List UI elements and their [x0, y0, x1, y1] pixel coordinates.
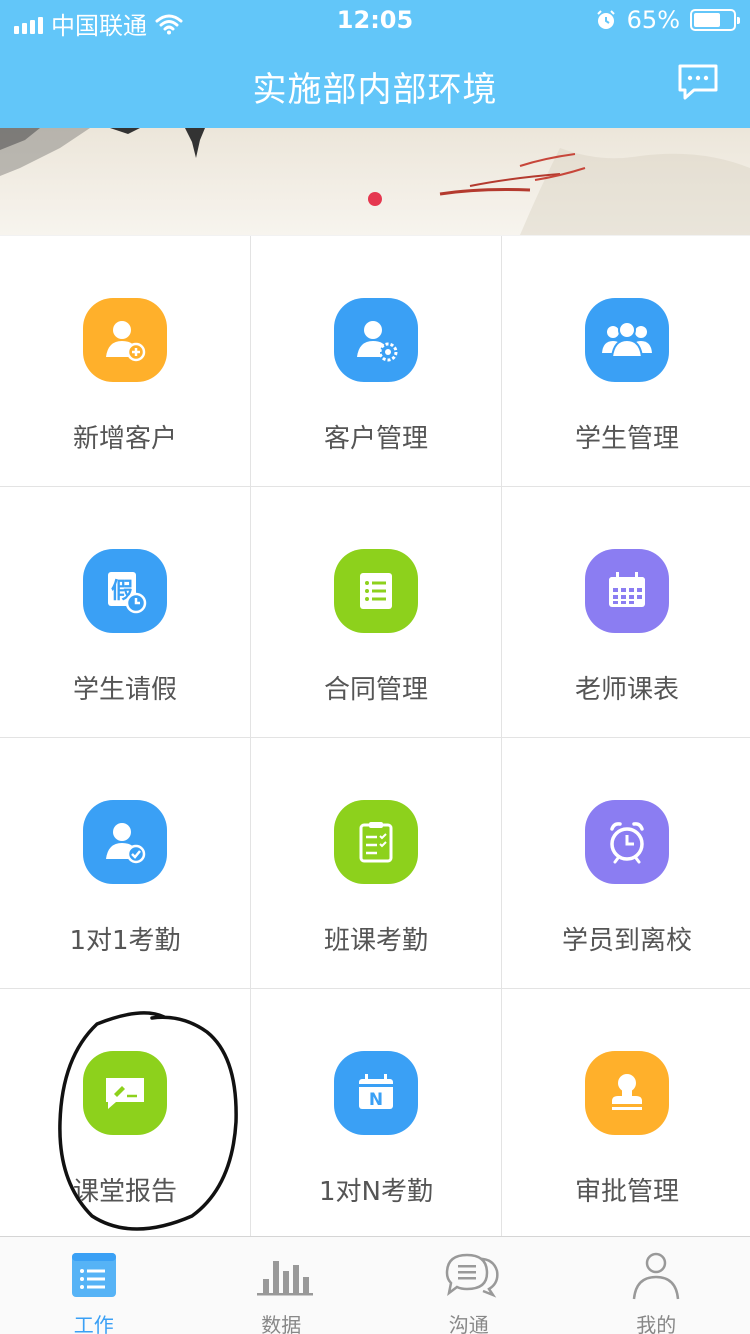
- grid-item-class-report[interactable]: 课堂报告: [0, 989, 250, 1239]
- calendar-icon: [585, 549, 669, 633]
- contract-list-icon: [334, 549, 418, 633]
- chat-bubbles-icon: [445, 1253, 499, 1298]
- bottom-tab-bar: 工作 数据 沟通 我的: [0, 1236, 750, 1334]
- battery-icon: [690, 9, 740, 31]
- tab-work[interactable]: 工作: [0, 1237, 188, 1334]
- grid-item-approval-management[interactable]: 审批管理: [502, 989, 750, 1239]
- user-check-icon: [83, 800, 167, 884]
- grid-item-contract-management[interactable]: 合同管理: [251, 487, 501, 737]
- approval-stamp-icon: [585, 1051, 669, 1135]
- customer-settings-icon: [334, 298, 418, 382]
- report-comment-icon: [83, 1051, 167, 1135]
- grid-item-class-attendance[interactable]: 班课考勤: [251, 738, 501, 988]
- nav-bar: 实施部内部环境: [0, 40, 750, 128]
- bar-chart-icon: [257, 1261, 314, 1296]
- grid-item-label: 老师课表: [574, 675, 679, 705]
- tab-label: 我的: [636, 1313, 677, 1334]
- grid-item-label: 学生请假: [72, 675, 177, 705]
- grid-item-customer-management[interactable]: 客户管理: [251, 236, 501, 486]
- grid-item-label: 1对1考勤: [69, 926, 181, 956]
- grid-item-label: 学生管理: [574, 424, 679, 454]
- grid-item-label: 审批管理: [574, 1177, 679, 1207]
- page-title: 实施部内部环境: [252, 70, 498, 110]
- leave-request-icon: 假: [83, 549, 167, 633]
- grid-item-teacher-schedule[interactable]: 老师课表: [502, 487, 750, 737]
- grid-item-label: 学员到离校: [561, 926, 692, 956]
- work-list-icon: [71, 1253, 116, 1297]
- carousel-indicator: [368, 192, 382, 206]
- grid-item-label: 客户管理: [323, 424, 428, 454]
- grid-item-group-attendance[interactable]: N 1对N考勤: [251, 989, 501, 1239]
- grid-item-student-arrival-departure[interactable]: 学员到离校: [502, 738, 750, 988]
- tab-label: 数据: [261, 1313, 302, 1334]
- status-bar: 中国联通 12:05 65%: [0, 0, 750, 40]
- svg-text:N: N: [369, 1090, 383, 1110]
- battery-percent: 65%: [626, 6, 680, 34]
- function-grid: 新增客户 客户管理 学生管理 假 学生请假 合同管理 老师课表 1对1考勤 班课…: [0, 236, 750, 1239]
- calendar-n-icon: N: [334, 1051, 418, 1135]
- add-customer-icon: [83, 298, 167, 382]
- person-icon: [633, 1252, 680, 1300]
- banner-carousel[interactable]: [0, 128, 750, 235]
- grid-item-one-on-one-attendance[interactable]: 1对1考勤: [0, 738, 250, 988]
- tab-data[interactable]: 数据: [188, 1237, 376, 1334]
- tab-mine[interactable]: 我的: [563, 1237, 750, 1334]
- grid-item-label: 新增客户: [72, 424, 177, 454]
- grid-item-label: 1对N考勤: [319, 1177, 433, 1207]
- alarm-icon: [596, 10, 615, 29]
- tab-label: 沟通: [448, 1313, 489, 1334]
- grid-item-label: 合同管理: [323, 675, 428, 705]
- students-group-icon: [585, 298, 669, 382]
- clipboard-check-icon: [334, 800, 418, 884]
- banner-image: [0, 128, 750, 235]
- alarm-clock-icon: [585, 800, 669, 884]
- grid-item-student-management[interactable]: 学生管理: [502, 236, 750, 486]
- grid-item-new-customer[interactable]: 新增客户: [0, 236, 250, 486]
- grid-item-label: 课堂报告: [72, 1177, 177, 1207]
- tab-communication[interactable]: 沟通: [375, 1237, 563, 1334]
- tab-label: 工作: [73, 1313, 114, 1334]
- status-right: 65%: [595, 6, 740, 34]
- grid-item-student-leave[interactable]: 假 学生请假: [0, 487, 250, 737]
- message-icon[interactable]: [676, 62, 720, 102]
- grid-item-label: 班课考勤: [323, 926, 428, 956]
